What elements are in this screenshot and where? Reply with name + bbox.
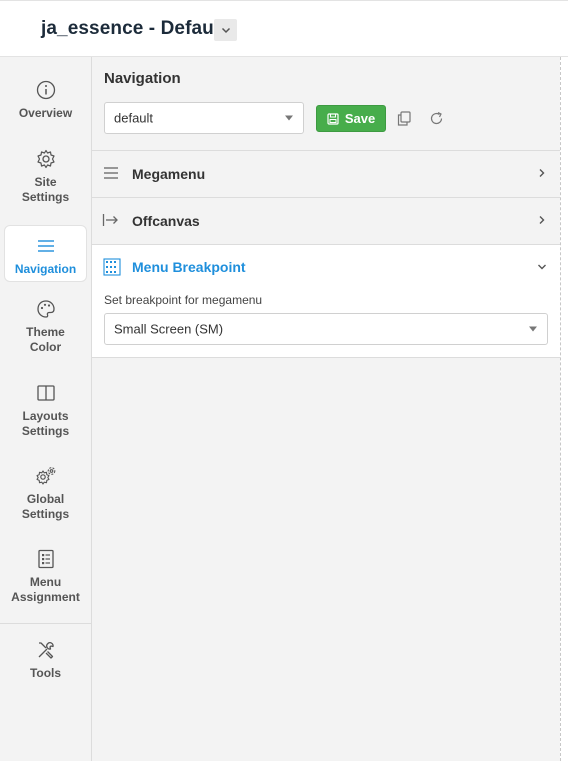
top-bar: ja_essence - Default xyxy=(0,0,568,57)
sidebar-item-label: Layouts Settings xyxy=(21,409,70,438)
refresh-button[interactable] xyxy=(427,109,445,127)
preset-select[interactable]: default xyxy=(104,102,304,134)
gears-icon xyxy=(35,465,57,487)
panel-title[interactable]: Menu Breakpoint xyxy=(132,259,246,275)
sidebar-item-global-settings[interactable]: Global Settings xyxy=(4,465,87,522)
arrow-bar-right-icon xyxy=(102,211,120,229)
main-panel: Navigation default Save Megamenu Offcanv… xyxy=(92,57,560,761)
sidebar-item-label: Global Settings xyxy=(21,492,70,521)
panel-megamenu[interactable]: Megamenu xyxy=(92,151,560,198)
scroll-guide xyxy=(560,57,568,761)
palette-icon xyxy=(35,298,57,320)
sidebar-item-label: Site Settings xyxy=(21,175,70,204)
page-title: Navigation xyxy=(104,70,181,87)
panel-title: Megamenu xyxy=(132,166,206,182)
preset-select-value: default xyxy=(114,110,154,126)
menu-lines-icon xyxy=(35,235,57,257)
caret-down-icon xyxy=(529,326,537,332)
refresh-icon xyxy=(430,111,442,124)
save-label: Save xyxy=(344,111,376,126)
tools-icon xyxy=(35,639,57,661)
chevron-down-icon[interactable] xyxy=(536,261,548,273)
copy-button[interactable] xyxy=(395,109,413,127)
sidebar-divider xyxy=(0,623,91,624)
chevron-right-icon xyxy=(536,167,548,179)
list-check-icon xyxy=(35,548,57,570)
gear-icon xyxy=(35,148,57,170)
info-icon xyxy=(35,79,57,101)
copy-icon xyxy=(397,110,411,126)
sidebar-item-label: Tools xyxy=(29,666,62,680)
sidebar-item-label: Overview xyxy=(18,106,73,120)
breakpoint-grid-icon xyxy=(102,257,122,277)
panel-menu-breakpoint: Menu Breakpoint Set breakpoint for megam… xyxy=(92,245,560,358)
chevron-down-icon xyxy=(221,27,230,33)
save-button[interactable]: Save xyxy=(316,105,386,132)
chevron-right-icon xyxy=(536,214,548,226)
template-dropdown-button[interactable] xyxy=(214,19,237,41)
sidebar-item-theme-color[interactable]: Theme Color xyxy=(4,298,87,355)
columns-icon xyxy=(35,382,57,404)
panel-title: Offcanvas xyxy=(132,213,200,229)
breakpoint-select-value: Small Screen (SM) xyxy=(114,321,224,337)
sidebar-item-label: Menu Assignment xyxy=(11,575,80,604)
breakpoint-select[interactable]: Small Screen (SM) xyxy=(104,313,548,345)
breakpoint-field-label: Set breakpoint for megamenu xyxy=(104,293,263,307)
caret-down-icon xyxy=(285,115,293,121)
sidebar-item-navigation[interactable]: Navigation xyxy=(4,225,87,282)
sidebar-item-label: Theme Color xyxy=(26,325,65,354)
sidebar-item-tools[interactable]: Tools xyxy=(4,639,87,681)
sidebar-item-overview[interactable]: Overview xyxy=(4,79,87,121)
sidebar-item-site-settings[interactable]: Site Settings xyxy=(4,148,87,205)
template-title: ja_essence - Default xyxy=(41,18,226,39)
sidebar-item-layouts-settings[interactable]: Layouts Settings xyxy=(4,382,87,439)
sidebar-item-menu-assignment[interactable]: Menu Assignment xyxy=(4,548,87,605)
main-header: Navigation default Save xyxy=(92,57,560,151)
hamburger-icon xyxy=(102,164,120,182)
save-icon xyxy=(327,112,339,125)
sidebar: Overview Site Settings Navigation Theme … xyxy=(0,57,92,761)
panel-offcanvas[interactable]: Offcanvas xyxy=(92,198,560,245)
sidebar-item-label: Navigation xyxy=(14,262,77,276)
